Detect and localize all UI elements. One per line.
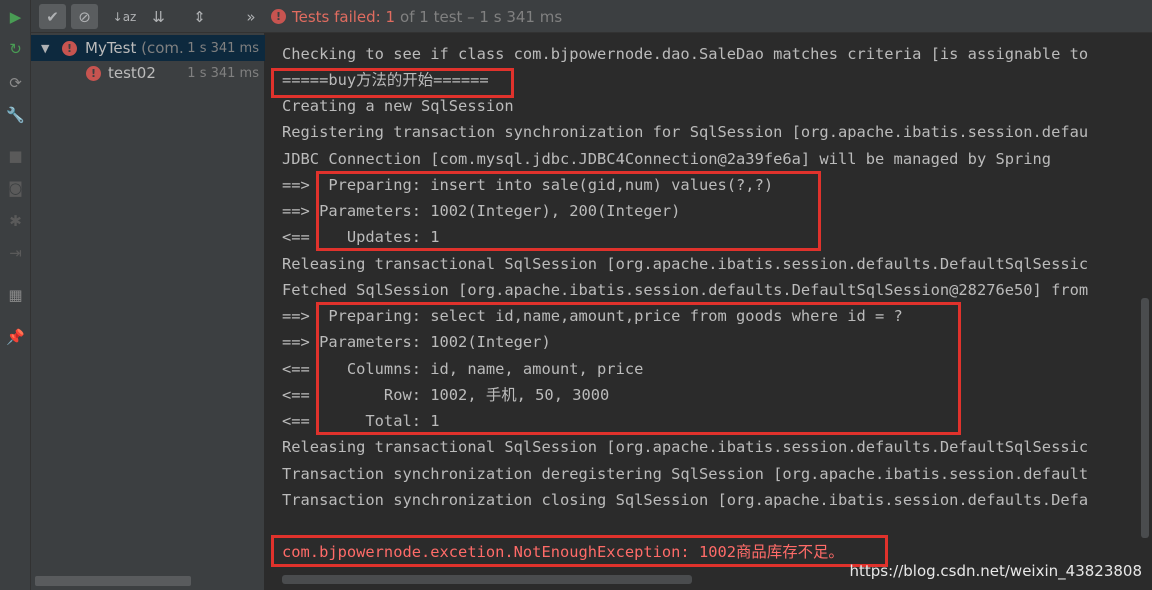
test-method-name: test02: [108, 64, 156, 82]
error-icon: !: [86, 65, 101, 81]
tree-horizontal-scrollbar[interactable]: [35, 576, 191, 586]
console-output[interactable]: Checking to see if class com.bjpowernode…: [265, 33, 1152, 590]
console-line: Checking to see if class com.bjpowernode…: [282, 45, 1089, 63]
test-duration: 1 s 341 ms: [187, 65, 259, 81]
console-line: Transaction synchronization deregisterin…: [282, 465, 1089, 483]
test-toolbar: ✔ ⊘ ↓az ⇊ ⇕ » ! Tests failed: 1 of 1 tes…: [31, 0, 1152, 33]
chevron-down-icon[interactable]: ▼: [41, 42, 49, 55]
run-icon[interactable]: ▶: [5, 6, 26, 27]
error-icon: !: [271, 9, 286, 24]
console-line: Transaction synchronization closing SqlS…: [282, 491, 1089, 509]
more-button[interactable]: »: [241, 4, 261, 29]
watermark-url: https://blog.csdn.net/weixin_43823808: [849, 562, 1142, 580]
wrench-icon[interactable]: 🔧: [5, 104, 26, 125]
exit-icon[interactable]: ⇥: [5, 242, 26, 263]
show-ignored-toggle[interactable]: ⊘: [71, 4, 98, 29]
tree-node-mytest[interactable]: ▼ ! MyTest (com.b 1 s 341 ms: [31, 35, 265, 61]
rerun-failed-icon[interactable]: ↻: [5, 38, 26, 59]
layout-icon[interactable]: ▦: [5, 284, 26, 305]
tool-strip: ▶ ↻ ⟳ 🔧 ■ ◙ ✱ ⇥ ▦ 📌: [0, 0, 31, 590]
console-line: Releasing transactional SqlSession [org.…: [282, 438, 1089, 456]
expand-all-button[interactable]: ⇕: [186, 4, 213, 29]
test-class-name: MyTest: [85, 39, 137, 57]
debug-icon[interactable]: ✱: [5, 210, 26, 231]
console-line: Releasing transactional SqlSession [org.…: [282, 255, 1089, 273]
status-failed-text: Tests failed: 1: [292, 7, 396, 26]
tree-node-test02[interactable]: ! test02 1 s 341 ms: [31, 60, 265, 86]
sort-alphabetically-button[interactable]: ↓az: [111, 4, 138, 29]
test-status: ! Tests failed: 1 of 1 test – 1 s 341 ms: [271, 0, 562, 33]
console-line: Fetched SqlSession [org.apache.ibatis.se…: [282, 281, 1089, 299]
stop-icon[interactable]: ■: [5, 145, 26, 166]
camera-icon[interactable]: ◙: [5, 177, 26, 198]
status-summary-text: of 1 test – 1 s 341 ms: [400, 7, 563, 26]
error-icon: !: [62, 40, 77, 56]
toggle-auto-test-icon[interactable]: ⟳: [5, 72, 26, 93]
test-tree: ▼ ! MyTest (com.b 1 s 341 ms ! test02 1 …: [31, 33, 265, 590]
pin-icon[interactable]: 📌: [5, 326, 26, 347]
console-line: JDBC Connection [com.mysql.jdbc.JDBC4Con…: [282, 150, 1052, 168]
console-horizontal-scrollbar[interactable]: [282, 575, 692, 584]
tree-node-label: MyTest (com.b: [85, 39, 193, 57]
console-vertical-scrollbar[interactable]: [1141, 298, 1149, 538]
highlight-box-insert-sql: [316, 171, 821, 251]
highlight-box-select-sql: [316, 302, 961, 435]
test-duration: 1 s 341 ms: [183, 40, 259, 56]
console-line: Registering transaction synchronization …: [282, 123, 1089, 141]
show-passed-toggle[interactable]: ✔: [39, 4, 66, 29]
highlight-box-buy-start: [271, 68, 514, 98]
sort-by-duration-button[interactable]: ⇊: [145, 4, 172, 29]
highlight-box-exception: [271, 535, 888, 567]
